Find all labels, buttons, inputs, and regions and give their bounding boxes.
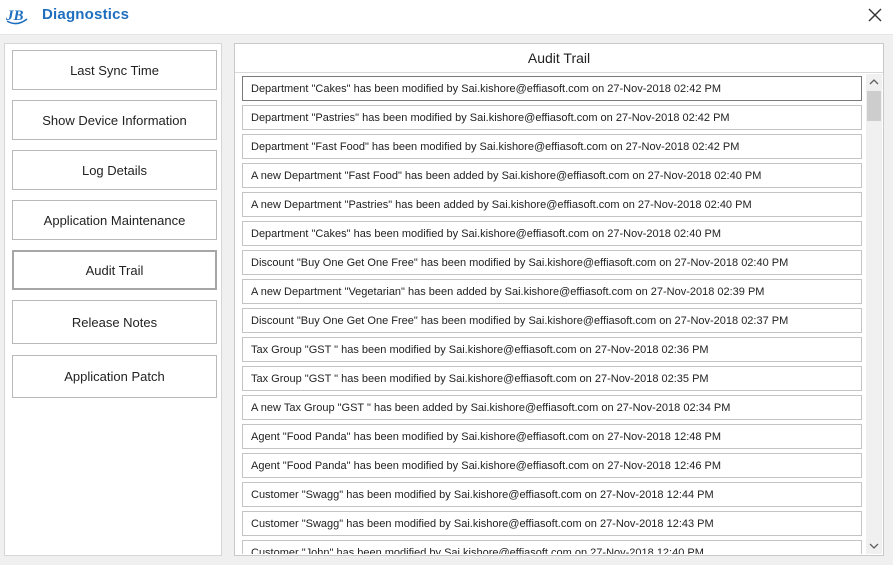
close-icon <box>868 8 882 22</box>
audit-trail-header: Audit Trail <box>235 44 883 73</box>
audit-entry[interactable]: Tax Group "GST " has been modified by Sa… <box>242 337 862 362</box>
audit-entry[interactable]: A new Department "Fast Food" has been ad… <box>242 163 862 188</box>
audit-entry[interactable]: A new Department "Vegetarian" has been a… <box>242 279 862 304</box>
audit-entry[interactable]: Tax Group "GST " has been modified by Sa… <box>242 366 862 391</box>
app-logo: JB <box>4 4 30 26</box>
application-patch-button[interactable]: Application Patch <box>12 355 217 398</box>
diagnostics-window: JB Diagnostics Last Sync Time Show Devic… <box>0 0 893 565</box>
audit-trail-panel: Audit Trail Department "Cakes" has been … <box>234 43 884 556</box>
chevron-down-icon <box>869 543 879 549</box>
title-bar: JB Diagnostics <box>0 0 893 35</box>
window-title: Diagnostics <box>42 6 130 23</box>
audit-entry[interactable]: Department "Cakes" has been modified by … <box>242 221 862 246</box>
audit-entry[interactable]: Department "Fast Food" has been modified… <box>242 134 862 159</box>
audit-entry[interactable]: Discount "Buy One Get One Free" has been… <box>242 250 862 275</box>
log-details-button[interactable]: Log Details <box>12 150 217 190</box>
application-maintenance-button[interactable]: Application Maintenance <box>12 200 217 240</box>
audit-entry[interactable]: A new Department "Pastries" has been add… <box>242 192 862 217</box>
scroll-thumb[interactable] <box>867 91 881 121</box>
audit-entry[interactable]: Discount "Buy One Get One Free" has been… <box>242 308 862 333</box>
navigation-panel: Last Sync Time Show Device Information L… <box>4 43 222 556</box>
chevron-up-icon <box>869 79 879 85</box>
audit-trail-button[interactable]: Audit Trail <box>12 250 217 290</box>
audit-entry[interactable]: Department "Cakes" has been modified by … <box>242 76 862 101</box>
close-button[interactable] <box>863 3 887 27</box>
show-device-information-button[interactable]: Show Device Information <box>12 100 217 140</box>
release-notes-button[interactable]: Release Notes <box>12 300 217 344</box>
audit-entry[interactable]: Customer "John" has been modified by Sai… <box>242 540 862 554</box>
svg-text:JB: JB <box>5 8 24 24</box>
audit-entry[interactable]: Agent "Food Panda" has been modified by … <box>242 424 862 449</box>
audit-entry[interactable]: Customer "Swagg" has been modified by Sa… <box>242 511 862 536</box>
scroll-up-button[interactable] <box>866 74 882 90</box>
audit-entry[interactable]: A new Tax Group "GST " has been added by… <box>242 395 862 420</box>
last-sync-time-button[interactable]: Last Sync Time <box>12 50 217 90</box>
audit-trail-list[interactable]: Department "Cakes" has been modified by … <box>237 74 865 554</box>
vertical-scrollbar[interactable] <box>866 74 882 554</box>
scroll-down-button[interactable] <box>866 538 882 554</box>
audit-entry[interactable]: Customer "Swagg" has been modified by Sa… <box>242 482 862 507</box>
audit-entry[interactable]: Department "Pastries" has been modified … <box>242 105 862 130</box>
audit-entry[interactable]: Agent "Food Panda" has been modified by … <box>242 453 862 478</box>
